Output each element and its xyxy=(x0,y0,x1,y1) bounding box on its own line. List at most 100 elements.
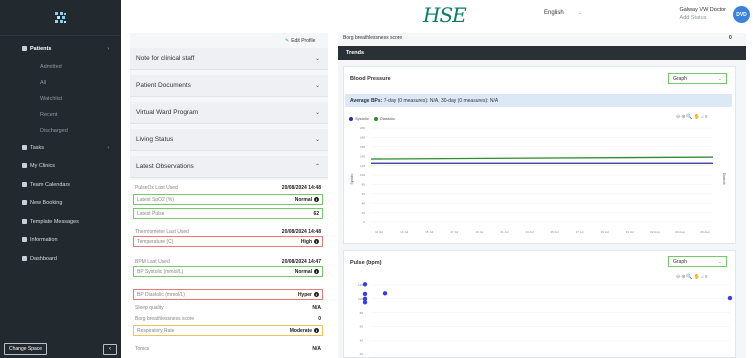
sidebar-item-information[interactable]: Information xyxy=(0,231,121,250)
observation-value-text: 0 xyxy=(318,315,321,322)
sidebar-item-my-clinics[interactable]: My Clinics xyxy=(0,157,121,176)
observation-value-text: Normal xyxy=(294,196,312,203)
sidebar-item-label: Admitted xyxy=(40,63,62,70)
observation-row[interactable]: BP Systolic (mmol/L) Normal i xyxy=(133,266,323,277)
observation-label: Borg breathlessness score xyxy=(135,315,195,322)
x-tick-label: 06 Aug xyxy=(700,230,710,234)
observation-value-text: 20/08/2024 14:48 xyxy=(281,184,321,191)
section-virtual-ward-program[interactable]: Virtual Ward Program ⌄ xyxy=(130,102,328,124)
chevron-right-icon: › xyxy=(107,144,109,151)
info-icon[interactable]: i xyxy=(314,196,319,202)
y-tick-label: 40 xyxy=(360,338,364,342)
pulse-view-select[interactable]: Graph ⌄ xyxy=(668,256,727,267)
info-icon[interactable]: i xyxy=(314,268,319,274)
sidebar-nav: Patients › Admitted All Watchlist Recent Disch… xyxy=(0,40,121,268)
legend-diastolic[interactable]: Diastolic xyxy=(380,116,395,121)
sidebar-item-admitted[interactable]: Admitted xyxy=(0,59,121,75)
observation-value: Moderate i xyxy=(290,327,319,334)
sidebar-item-new-booking[interactable]: New Booking xyxy=(0,194,121,213)
language-value: English xyxy=(544,10,564,16)
y-axis-label-left: Systolic xyxy=(350,173,354,184)
observation-row[interactable]: Respiratory Rate Moderate i xyxy=(133,325,323,336)
observation-label: Temperature (C) xyxy=(137,238,174,245)
x-tick-label: 21 Jul xyxy=(500,230,508,234)
edit-profile-link[interactable]: ✎ Edit Profile xyxy=(285,38,315,44)
borg-score-value: 0 xyxy=(729,35,732,41)
series-line-diastolic xyxy=(370,156,714,160)
y-tick-label: 20 xyxy=(362,211,366,215)
nav-icon xyxy=(22,237,27,242)
sidebar-item-team-calendars[interactable]: Team Calendars xyxy=(0,176,121,195)
observation-value: 20/08/2024 14:47 xyxy=(282,259,321,265)
info-icon[interactable]: i xyxy=(314,238,319,244)
sidebar-item-label: Template Messages xyxy=(30,218,79,225)
y-axis-label-right: Diastolic xyxy=(722,173,726,185)
observation-value: Hyper i xyxy=(298,291,319,298)
nav-icon xyxy=(22,255,27,261)
observation-value: High i xyxy=(301,238,319,245)
observation-label: BP Diastolic (mmol/L) xyxy=(137,291,185,298)
observation-label: Tonics xyxy=(135,345,150,352)
y-tick-label: 0 xyxy=(363,220,365,224)
x-tick-label: 31 Jul xyxy=(626,230,634,234)
sidebar-item-template-messages[interactable]: Template Messages xyxy=(0,213,121,232)
sidebar-item-recent[interactable]: Recent xyxy=(0,107,121,123)
observation-value: 62 xyxy=(313,211,319,217)
observation-row[interactable]: BP Diastolic (mmol/L) Hyper i xyxy=(133,289,323,300)
user-name: Galway VW Doctor xyxy=(679,7,726,13)
y-tick-label: 160 xyxy=(360,145,365,149)
sidebar-item-dashboard[interactable]: Dashboard xyxy=(0,250,121,269)
section-label: Virtual Ward Program xyxy=(136,109,199,116)
trends-header: Trends xyxy=(338,46,746,60)
observation-row: Tonics N/A xyxy=(133,343,323,354)
y-tick-label: 80 xyxy=(362,183,366,187)
observation-label: BPM Last Used xyxy=(135,258,170,265)
sidebar-item-patients[interactable]: Patients › xyxy=(0,40,121,59)
observation-label: Thermometer Last Used xyxy=(135,228,189,235)
section-patient-documents[interactable]: Patient Documents ⌄ xyxy=(130,75,328,97)
sidebar-item-label: Dashboard xyxy=(30,255,57,262)
sidebar-item-discharged[interactable]: Discharged xyxy=(0,123,121,139)
observation-row[interactable]: Latest SpO2 (%) Normal i xyxy=(133,194,323,205)
section-living-status[interactable]: Living Status ⌄ xyxy=(130,129,328,151)
chart-toolbar[interactable]: ⊖⊕🔍✋⌂≡ xyxy=(676,274,709,280)
edit-profile-label: Edit Profile xyxy=(291,38,316,44)
observation-value: N/A xyxy=(312,346,321,352)
observations-list: PulseOx Last Used 20/08/2024 14:48 Latest … xyxy=(130,180,328,358)
borg-score-label: Borg breathlessness score xyxy=(343,35,403,41)
bp-view-select[interactable]: Graph ⌄ xyxy=(668,73,727,84)
observation-row[interactable]: Temperature (C) High i xyxy=(133,236,323,247)
info-icon[interactable]: i xyxy=(314,291,319,297)
collapse-sidebar-button[interactable]: ‹ xyxy=(103,343,117,355)
y-tick-label: 60 xyxy=(360,325,364,329)
observation-value-text: 20/08/2024 14:47 xyxy=(281,258,321,265)
bp-title: Blood Pressure xyxy=(350,76,391,82)
avg-label: Average BPs: xyxy=(350,97,383,104)
observation-value: Normal i xyxy=(294,196,319,203)
user-status[interactable]: Add Status xyxy=(680,14,726,22)
logo-icon xyxy=(54,11,66,23)
sidebar-item-all[interactable]: All xyxy=(0,75,121,91)
legend-systolic[interactable]: Systolic xyxy=(355,116,369,121)
sidebar-item-tasks[interactable]: Tasks › xyxy=(0,139,121,158)
chart-toolbar[interactable]: ⊖⊕🔍✋⌂≡ xyxy=(676,114,709,120)
bp-average-bar: Average BPs: 7-day (0 measures): N/A, 30… xyxy=(345,94,732,107)
info-icon[interactable]: i xyxy=(314,327,319,333)
legend-dot-systolic xyxy=(349,116,353,121)
change-space-button[interactable]: Change Space xyxy=(4,343,48,355)
observation-value: N/A xyxy=(312,305,321,311)
observation-value: 20/08/2024 14:48 xyxy=(282,229,321,235)
observation-row: Latest Pulse 62 xyxy=(133,208,323,219)
language-select[interactable]: English ⌄ xyxy=(544,10,582,16)
sidebar-item-label: Watchlist xyxy=(40,95,63,102)
sidebar-item-watchlist[interactable]: Watchlist xyxy=(0,91,121,107)
avatar[interactable]: DVD xyxy=(733,6,750,23)
y-tick-label: 100 xyxy=(360,173,365,177)
y-tick-label: 100 xyxy=(358,297,363,301)
user-info[interactable]: Galway VW Doctor Add Status xyxy=(680,6,726,22)
sidebar-item-label: Discharged xyxy=(40,127,68,134)
section-latest-observations[interactable]: Latest Observations ⌃ xyxy=(130,156,328,178)
app-logo[interactable] xyxy=(0,0,121,36)
section-note-clinical-staff[interactable]: Note for clinical staff ⌄ xyxy=(130,48,328,70)
observation-row: PulseOx Last Used 20/08/2024 14:48 xyxy=(133,182,323,193)
